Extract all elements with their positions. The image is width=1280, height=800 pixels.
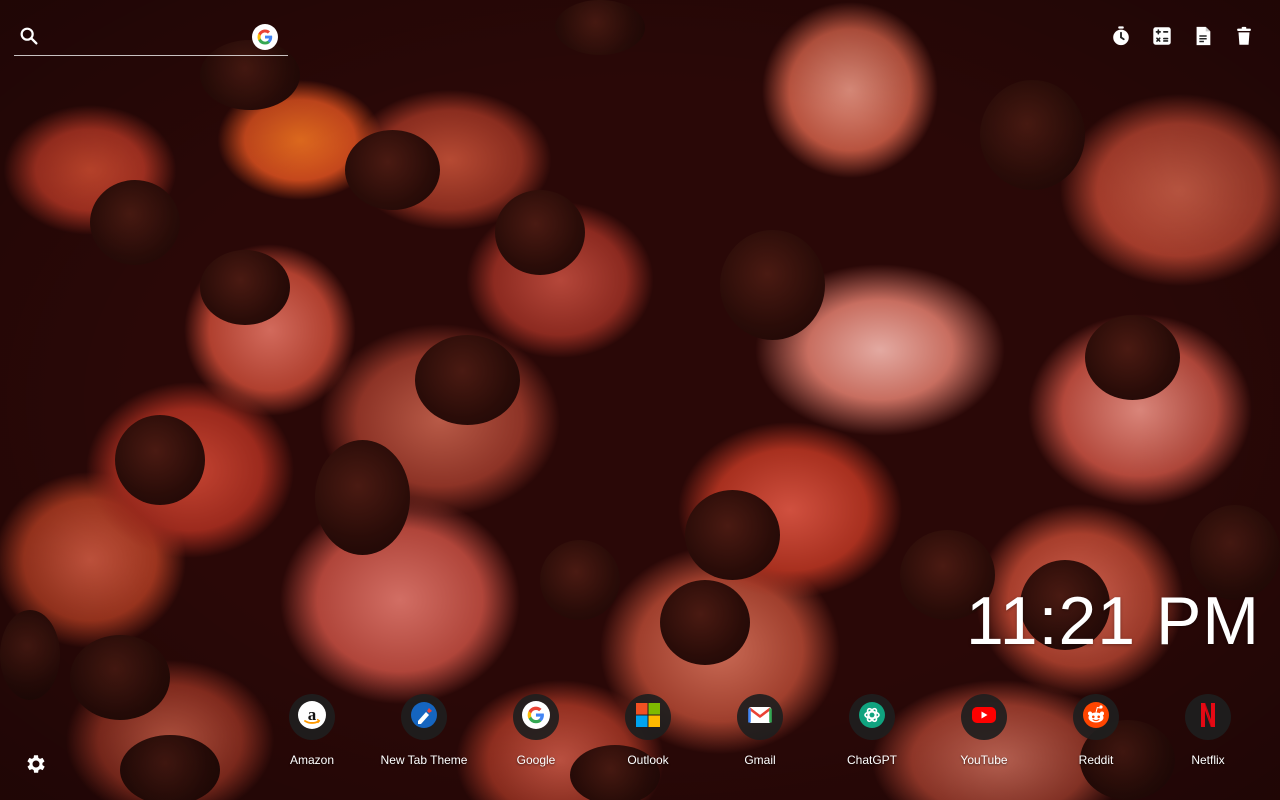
- shortcut-tile[interactable]: [401, 694, 447, 740]
- wallpaper-detail: [720, 230, 825, 340]
- shortcut-tile[interactable]: [961, 694, 1007, 740]
- shortcut-label: Google: [516, 753, 556, 767]
- shortcut-tile[interactable]: [513, 694, 559, 740]
- shortcut-label: Outlook: [627, 753, 669, 767]
- gmail-icon: [747, 702, 773, 733]
- reddit-icon: [1082, 701, 1110, 734]
- wallpaper-detail: [120, 735, 220, 800]
- notes-icon[interactable]: [1191, 24, 1215, 48]
- amazon-icon: a: [297, 700, 327, 735]
- wallpaper-detail: [200, 250, 290, 325]
- netflix-icon: [1198, 702, 1218, 733]
- trash-icon[interactable]: [1232, 24, 1256, 48]
- shortcut-label: Gmail: [744, 753, 776, 767]
- wallpaper-detail: [0, 610, 60, 700]
- wallpaper-detail: [70, 635, 170, 720]
- wallpaper-detail: [685, 490, 780, 580]
- shortcut-amazon[interactable]: a Amazon: [256, 694, 368, 774]
- outlook-icon: [635, 702, 661, 733]
- wallpaper-detail: [315, 440, 410, 555]
- google-icon: [521, 700, 551, 735]
- shortcut-label: Amazon: [289, 753, 335, 767]
- shortcut-tile[interactable]: [1073, 694, 1119, 740]
- shortcut-label: Netflix: [1191, 753, 1225, 767]
- shortcut-reddit[interactable]: Reddit: [1040, 694, 1152, 774]
- wallpaper-detail: [415, 335, 520, 425]
- shortcut-tile[interactable]: [1185, 694, 1231, 740]
- shortcuts-dock: a Amazon New Tab Theme Google Outlook Gm…: [256, 694, 1256, 774]
- wallpaper-detail: [345, 130, 440, 210]
- shortcut-tile[interactable]: a: [289, 694, 335, 740]
- timer-icon[interactable]: [1109, 24, 1133, 48]
- shortcut-outlook[interactable]: Outlook: [592, 694, 704, 774]
- shortcut-tile[interactable]: [625, 694, 671, 740]
- svg-text:a: a: [308, 705, 317, 724]
- shortcut-gmail[interactable]: Gmail: [704, 694, 816, 774]
- wallpaper-background: [0, 0, 1280, 800]
- wallpaper-detail: [495, 190, 585, 275]
- shortcut-tile[interactable]: [849, 694, 895, 740]
- search-icon[interactable]: [18, 25, 40, 47]
- chatgpt-icon: [858, 701, 886, 734]
- wallpaper-detail: [90, 180, 180, 265]
- clock: 11:21 PM: [965, 583, 1260, 659]
- shortcut-chatgpt[interactable]: ChatGPT: [816, 694, 928, 774]
- shortcut-youtube[interactable]: YouTube: [928, 694, 1040, 774]
- shortcut-tile[interactable]: [737, 694, 783, 740]
- shortcut-new-tab-theme[interactable]: New Tab Theme: [368, 694, 480, 774]
- search-bar[interactable]: [14, 22, 288, 56]
- new-tab-theme-icon: [410, 701, 438, 734]
- shortcut-label: Reddit: [1078, 753, 1114, 767]
- wallpaper-detail: [660, 580, 750, 665]
- search-input[interactable]: [48, 24, 248, 50]
- wallpaper-detail: [980, 80, 1085, 190]
- shortcut-label: YouTube: [960, 753, 1008, 767]
- shortcut-label: ChatGPT: [846, 753, 897, 767]
- toolbar: [1109, 24, 1256, 48]
- wallpaper-detail: [555, 0, 645, 55]
- calculator-icon[interactable]: [1150, 24, 1174, 48]
- google-icon[interactable]: [252, 24, 278, 50]
- wallpaper-detail: [540, 540, 620, 620]
- shortcut-google[interactable]: Google: [480, 694, 592, 774]
- shortcut-label: New Tab Theme: [380, 753, 468, 767]
- wallpaper-detail: [115, 415, 205, 505]
- wallpaper-detail: [1085, 315, 1180, 400]
- shortcut-netflix[interactable]: Netflix: [1152, 694, 1264, 774]
- youtube-icon: [971, 705, 997, 730]
- gear-icon[interactable]: [24, 752, 48, 776]
